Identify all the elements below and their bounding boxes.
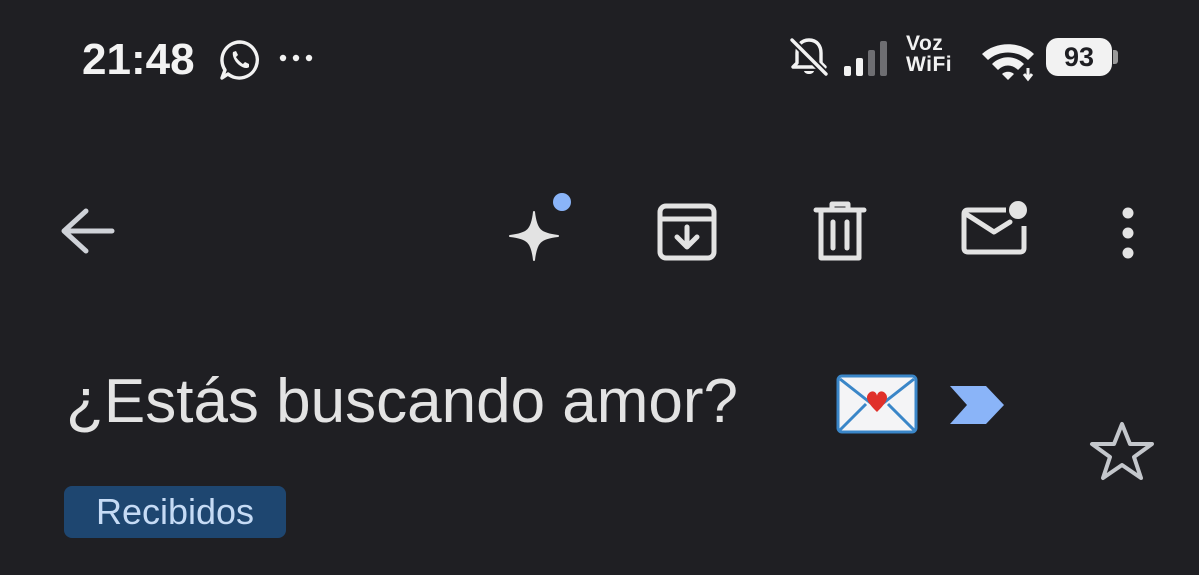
whatsapp-icon <box>220 40 259 80</box>
gemini-sparkle-icon <box>509 193 571 261</box>
back-button[interactable] <box>52 202 122 260</box>
delete-icon <box>813 201 867 261</box>
more-vert-icon <box>1122 207 1134 259</box>
battery-level: 93 <box>1063 42 1095 72</box>
email-toolbar <box>0 170 1199 290</box>
importance-marker-icon[interactable] <box>948 384 1006 426</box>
delete-button[interactable] <box>808 198 872 264</box>
status-time: 21:48 <box>82 35 195 84</box>
more-notifications-icon <box>279 54 313 62</box>
wifi-icon <box>982 44 1034 82</box>
wifi-label: WiFi <box>906 53 953 76</box>
signal-icon <box>844 41 887 76</box>
battery-icon: 93 <box>1046 38 1118 78</box>
email-subject: ¿Estás buscando amor? <box>66 367 739 436</box>
back-arrow-icon <box>61 208 115 254</box>
mark-unread-icon <box>961 201 1027 255</box>
star-outline-icon <box>1090 422 1154 480</box>
more-options-button[interactable] <box>1108 200 1148 266</box>
star-button[interactable] <box>1088 420 1156 484</box>
archive-icon <box>657 203 717 261</box>
love-letter-icon <box>836 374 918 434</box>
gemini-button[interactable] <box>494 188 578 272</box>
status-bar: 21:48 Voz WiFi 93 <box>0 0 1199 120</box>
archive-button[interactable] <box>652 200 722 264</box>
battery-cap <box>1113 50 1118 64</box>
bell-off-icon <box>789 37 829 77</box>
new-feature-dot <box>553 193 571 211</box>
label-chip-inbox[interactable]: Recibidos <box>64 486 286 538</box>
mark-unread-button[interactable] <box>954 196 1034 262</box>
volte-indicator: Voz WiFi <box>906 32 970 76</box>
voz-label: Voz <box>906 32 944 55</box>
